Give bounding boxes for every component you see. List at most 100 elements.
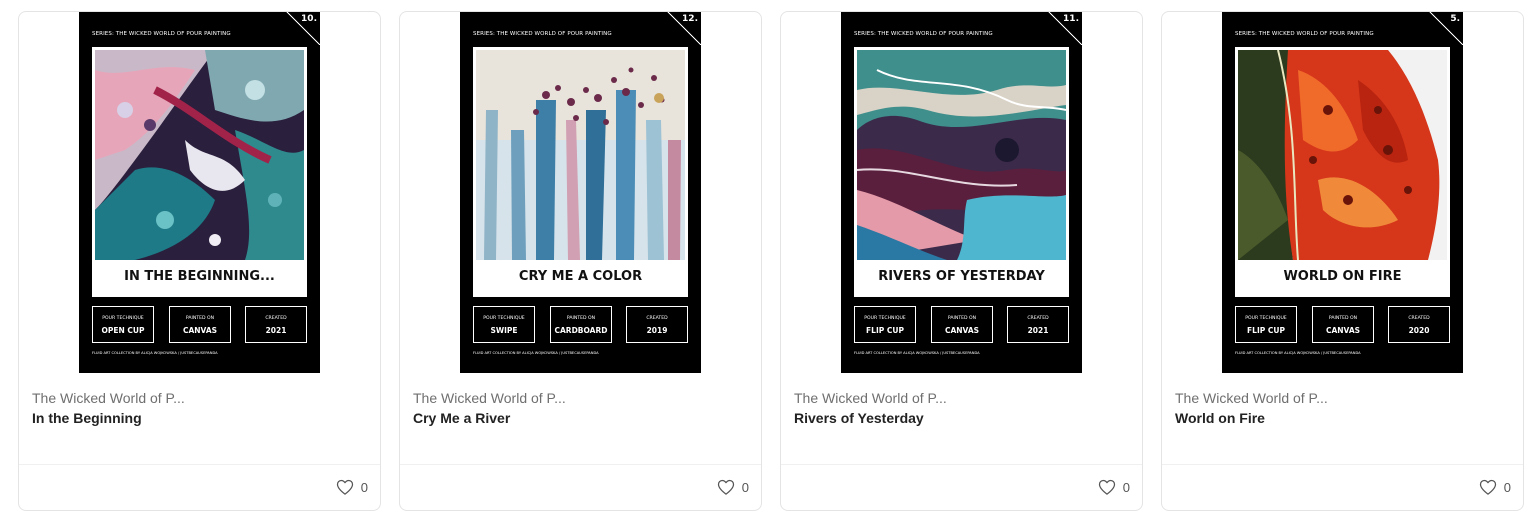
artwork-card[interactable]: SERIES: THE WICKED WORLD OF POUR PAINTIN… [18,11,381,511]
poster-details: POUR TECHNIQUE OPEN CUP PAINTED ON CANVA… [92,306,307,343]
painting-image [95,50,304,260]
detail-label: PAINTED ON [566,316,596,321]
poster-detail-technique: POUR TECHNIQUE OPEN CUP [92,306,154,343]
detail-label: CREATED [265,316,287,321]
detail-label: CREATED [646,316,668,321]
detail-value: 2019 [646,326,668,335]
like-count: 0 [741,479,749,495]
artwork-grid: SERIES: THE WICKED WORLD OF POUR PAINTIN… [18,11,1526,511]
detail-label: POUR TECHNIQUE [1245,316,1287,321]
poster-frame: IN THE BEGINNING... [92,47,307,297]
detail-value: CANVAS [944,326,980,335]
poster-credit: FLUID ART COLLECTION BY ALICJA WOJKOWSKA… [1235,351,1361,355]
artwork-title-link[interactable]: Cry Me a River [413,408,743,428]
card-footer: 0 [400,464,761,510]
detail-value: 2021 [265,326,287,335]
artwork-title-link[interactable]: In the Beginning [32,408,362,428]
card-footer: 0 [19,464,380,510]
poster-number: 10. [301,14,317,24]
artwork-title-link[interactable]: Rivers of Yesterday [794,408,1124,428]
detail-label: PAINTED ON [185,316,215,321]
poster-number: 11. [1063,14,1079,24]
card-footer: 0 [1162,464,1523,510]
artwork-poster-image[interactable]: SERIES: THE WICKED WORLD OF POUR PAINTIN… [1222,12,1463,373]
poster-details: POUR TECHNIQUE SWIPE PAINTED ON CARDBOAR… [473,306,688,343]
card-footer: 0 [781,464,1142,510]
detail-value: CANVAS [1325,326,1361,335]
detail-value: FLIP CUP [866,326,904,335]
poster-series-label: SERIES: THE WICKED WORLD OF POUR PAINTIN… [854,31,993,37]
poster-detail-technique: POUR TECHNIQUE FLIP CUP [854,306,916,343]
poster-series-label: SERIES: THE WICKED WORLD OF POUR PAINTIN… [92,31,231,37]
like-count: 0 [1503,479,1511,495]
poster-title: RIVERS OF YESTERDAY [878,269,1045,284]
collection-link[interactable]: The Wicked World of P... [413,389,743,407]
artwork-card[interactable]: SERIES: THE WICKED WORLD OF POUR PAINTIN… [399,11,762,511]
poster-series-label: SERIES: THE WICKED WORLD OF POUR PAINTIN… [473,31,612,37]
heart-outline-icon [336,479,353,495]
poster-detail-created: CREATED 2021 [1007,306,1069,343]
poster-detail-created: CREATED 2020 [1388,306,1450,343]
artwork-poster-image[interactable]: SERIES: THE WICKED WORLD OF POUR PAINTIN… [460,12,701,373]
detail-label: CREATED [1027,316,1049,321]
detail-value: CARDBOARD [554,326,608,335]
artwork-poster-image[interactable]: SERIES: THE WICKED WORLD OF POUR PAINTIN… [841,12,1082,373]
collection-link[interactable]: The Wicked World of P... [794,389,1124,407]
detail-value: 2020 [1408,326,1430,335]
card-meta: The Wicked World of P... In the Beginnin… [32,389,362,428]
detail-value: SWIPE [490,326,518,335]
poster-title: CRY ME A COLOR [518,269,643,284]
like-button[interactable]: 0 [1478,476,1511,498]
card-meta: The Wicked World of P... World on Fire [1175,389,1505,428]
like-button[interactable]: 0 [335,476,368,498]
heart-outline-icon [717,479,734,495]
detail-label: PAINTED ON [947,316,977,321]
poster-credit: FLUID ART COLLECTION BY ALICJA WOJKOWSKA… [92,351,218,355]
poster-detail-created: CREATED 2021 [245,306,307,343]
poster-detail-technique: POUR TECHNIQUE FLIP CUP [1235,306,1297,343]
detail-value: CANVAS [182,326,218,335]
like-button[interactable]: 0 [1097,476,1130,498]
heart-outline-icon [1479,479,1496,495]
poster-number: 5. [1450,14,1460,24]
poster-detail-surface: PAINTED ON CANVAS [931,306,993,343]
detail-label: POUR TECHNIQUE [483,316,525,321]
poster-detail-technique: POUR TECHNIQUE SWIPE [473,306,535,343]
poster-details: POUR TECHNIQUE FLIP CUP PAINTED ON CANVA… [854,306,1069,343]
card-meta: The Wicked World of P... Cry Me a River [413,389,743,428]
poster-frame: CRY ME A COLOR [473,47,688,297]
poster-title: WORLD ON FIRE [1283,269,1402,284]
detail-value: 2021 [1027,326,1049,335]
detail-label: CREATED [1408,316,1430,321]
poster-frame: WORLD ON FIRE [1235,47,1450,297]
poster-credit: FLUID ART COLLECTION BY ALICJA WOJKOWSKA… [854,351,980,355]
poster-frame: RIVERS OF YESTERDAY [854,47,1069,297]
poster-details: POUR TECHNIQUE FLIP CUP PAINTED ON CANVA… [1235,306,1450,343]
painting-image [1238,50,1447,260]
poster-series-label: SERIES: THE WICKED WORLD OF POUR PAINTIN… [1235,31,1374,37]
detail-value: OPEN CUP [101,326,145,335]
poster-detail-surface: PAINTED ON CANVAS [169,306,231,343]
collection-link[interactable]: The Wicked World of P... [1175,389,1505,407]
like-count: 0 [1122,479,1130,495]
like-button[interactable]: 0 [716,476,749,498]
detail-value: FLIP CUP [1247,326,1285,335]
painting-image [857,50,1066,260]
detail-label: POUR TECHNIQUE [864,316,906,321]
poster-detail-created: CREATED 2019 [626,306,688,343]
heart-outline-icon [1098,479,1115,495]
detail-label: POUR TECHNIQUE [102,316,144,321]
artwork-poster-image[interactable]: SERIES: THE WICKED WORLD OF POUR PAINTIN… [79,12,320,373]
detail-label: PAINTED ON [1328,316,1358,321]
poster-credit: FLUID ART COLLECTION BY ALICJA WOJKOWSKA… [473,351,599,355]
like-count: 0 [360,479,368,495]
poster-title: IN THE BEGINNING... [124,269,275,284]
artwork-card[interactable]: SERIES: THE WICKED WORLD OF POUR PAINTIN… [780,11,1143,511]
poster-detail-surface: PAINTED ON CARDBOARD [550,306,612,343]
collection-link[interactable]: The Wicked World of P... [32,389,362,407]
artwork-card[interactable]: SERIES: THE WICKED WORLD OF POUR PAINTIN… [1161,11,1524,511]
poster-number: 12. [682,14,698,24]
painting-image [476,50,685,260]
card-meta: The Wicked World of P... Rivers of Yeste… [794,389,1124,428]
artwork-title-link[interactable]: World on Fire [1175,408,1505,428]
